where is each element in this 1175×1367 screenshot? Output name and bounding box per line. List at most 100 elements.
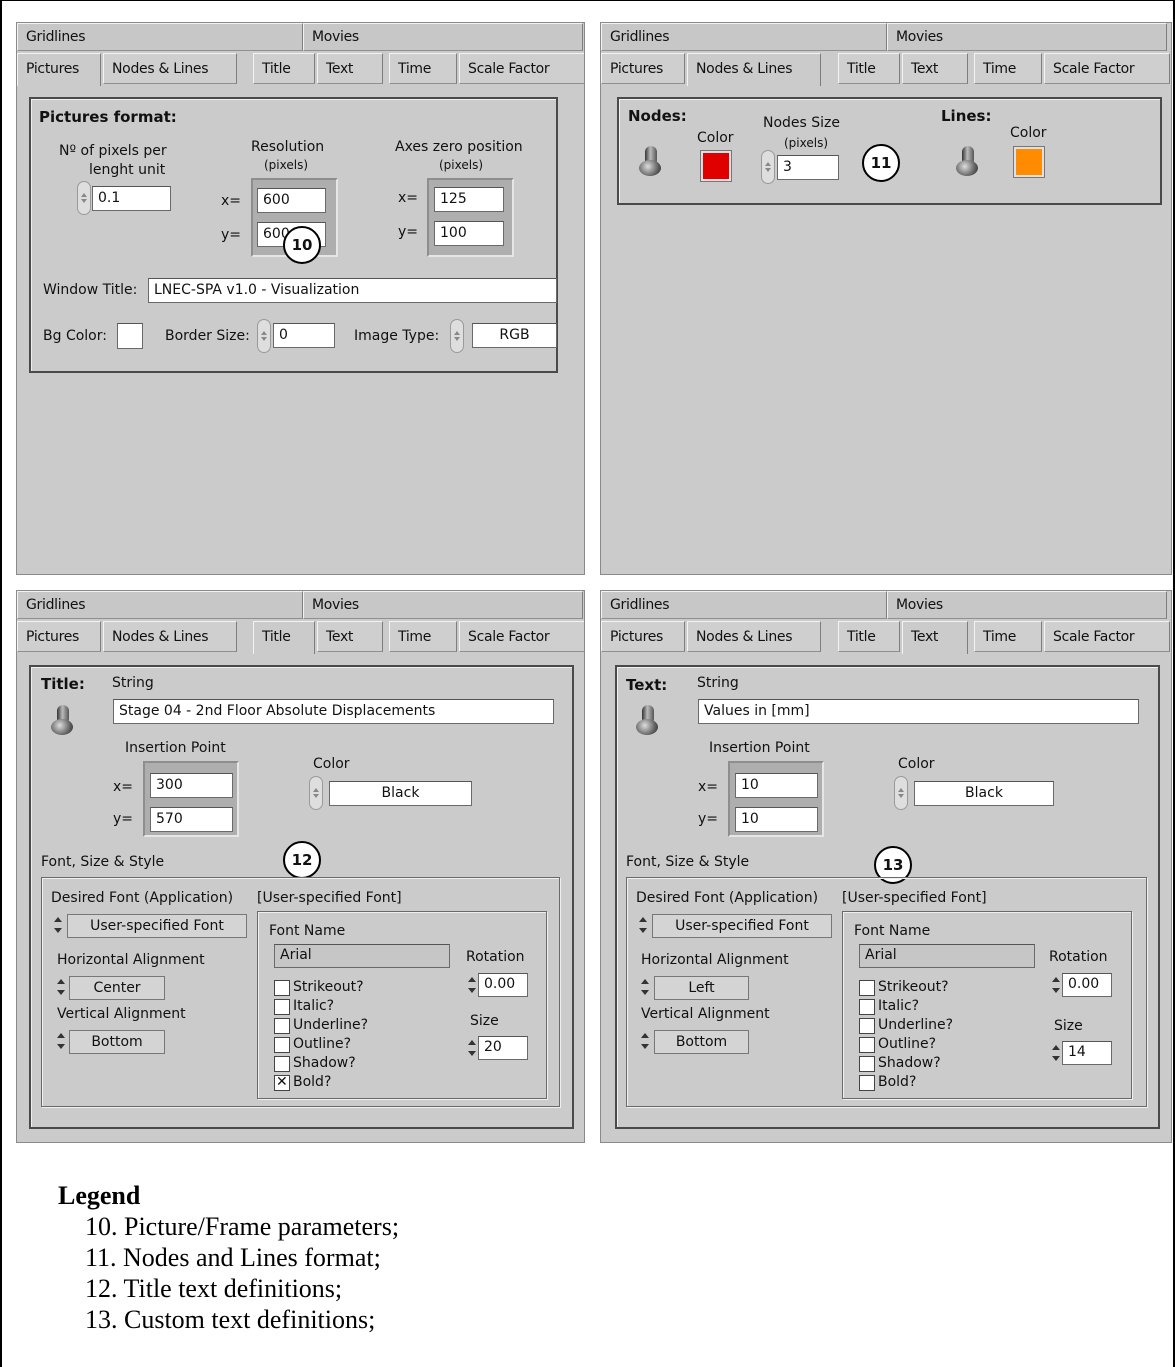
tab-scale-factor[interactable]: Scale Factor [1044,53,1170,84]
text-color-stepper[interactable] [894,776,908,810]
style-checkbox[interactable] [274,1056,290,1072]
text-size-ring[interactable] [1052,1043,1060,1063]
window-title-field[interactable]: LNEC-SPA v1.0 - Visualization [148,278,557,303]
title-string-field[interactable]: Stage 04 - 2nd Floor Absolute Displaceme… [113,699,554,724]
tab-time[interactable]: Time [974,621,1042,652]
pixels-per-unit-field[interactable]: 0.1 [92,186,171,211]
image-type-stepper[interactable] [450,319,464,353]
tab-text[interactable]: Text [317,53,383,84]
text-rotation-field[interactable]: 0.00 [1062,973,1112,997]
tab-title[interactable]: Title [838,53,900,84]
text-rotation-ring[interactable] [1052,975,1060,995]
tab-pictures[interactable]: Pictures [17,621,101,652]
title-v-align-ring[interactable] [57,1031,65,1051]
text-v-align-select[interactable]: Bottom [654,1030,749,1054]
tab-nodes-lines[interactable]: Nodes & Lines [103,621,237,652]
text-desired-font-select[interactable]: User-specified Font [652,914,832,938]
border-size-stepper[interactable] [257,319,271,353]
tab-scale-factor[interactable]: Scale Factor [459,621,584,652]
bg-color-swatch[interactable] [117,323,143,349]
axes-y-field[interactable]: 100 [434,221,504,246]
title-font-name-field[interactable]: Arial [274,944,450,968]
text-font-name-field[interactable]: Arial [859,944,1035,968]
style-checkbox-label: Italic? [878,998,920,1014]
style-checkbox[interactable] [274,1018,290,1034]
tab-movies[interactable]: Movies [303,23,583,51]
tab-gridlines[interactable]: Gridlines [17,23,303,51]
image-type-field[interactable]: RGB [472,323,557,348]
title-desired-font-select[interactable]: User-specified Font [67,914,247,938]
text-user-font-label: [User-specified Font] [842,890,987,906]
tab-title[interactable]: Title [838,621,900,652]
tab-movies[interactable]: Movies [887,23,1167,51]
tab-gridlines[interactable]: Gridlines [601,23,887,51]
style-checkbox[interactable] [859,1075,875,1091]
tab-text[interactable]: Text [902,53,968,84]
border-size-field[interactable]: 0 [273,323,335,348]
title-rotation-ring[interactable] [468,975,476,995]
tab-scale-factor[interactable]: Scale Factor [1044,621,1170,652]
text-string-field[interactable]: Values in [mm] [698,699,1139,724]
text-y-field[interactable]: 10 [735,807,818,832]
text-size-field[interactable]: 14 [1062,1041,1112,1065]
tab-scale-factor[interactable]: Scale Factor [459,53,584,84]
tab-text[interactable]: Text [902,621,968,654]
style-checkbox[interactable] [274,1074,290,1091]
tab-title[interactable]: Title [253,53,315,84]
title-rotation-field[interactable]: 0.00 [478,973,528,997]
tab-nodes-lines[interactable]: Nodes & Lines [103,53,237,84]
resolution-x-field[interactable]: 600 [257,188,326,213]
style-checkbox[interactable] [859,1018,875,1034]
text-toggle-switch[interactable] [636,705,662,737]
tab-movies[interactable]: Movies [303,591,583,619]
line-color-swatch[interactable] [1014,147,1044,177]
axes-x-field[interactable]: 125 [434,187,504,212]
text-desired-font-ring[interactable] [639,915,647,935]
style-checkbox[interactable] [859,1037,875,1053]
tab-pictures[interactable]: Pictures [17,53,101,86]
text-v-align-ring[interactable] [641,1031,649,1051]
node-color-swatch[interactable] [701,151,731,181]
title-desired-font-ring[interactable] [54,915,62,935]
text-panel: Text: String Values in [mm] Insertion Po… [600,590,1172,1143]
title-size-field[interactable]: 20 [478,1036,528,1060]
style-checkbox[interactable] [274,999,290,1015]
tab-title[interactable]: Title [253,621,315,654]
tab-pictures[interactable]: Pictures [601,621,685,652]
title-color-stepper[interactable] [309,776,323,810]
nodes-size-field[interactable]: 3 [777,155,839,180]
nodes-size-stepper[interactable] [761,150,775,184]
tab-text[interactable]: Text [317,621,383,652]
pixels-per-unit-stepper[interactable] [77,181,91,215]
tab-nodes-lines[interactable]: Nodes & Lines [687,621,821,652]
tab-movies[interactable]: Movies [887,591,1167,619]
text-color-label: Color [898,756,935,772]
title-x-label: x= [113,779,134,795]
style-checkbox[interactable] [859,999,875,1015]
text-x-field[interactable]: 10 [735,773,818,798]
title-h-align-select[interactable]: Center [69,976,165,1000]
style-checkbox[interactable] [274,1037,290,1053]
style-checkbox[interactable] [274,980,290,996]
text-color-field[interactable]: Black [914,781,1054,806]
style-checkbox[interactable] [859,1056,875,1072]
tab-nodes-lines[interactable]: Nodes & Lines [687,53,821,86]
title-size-ring[interactable] [468,1038,476,1058]
tab-time[interactable]: Time [389,53,457,84]
style-checkbox[interactable] [859,980,875,996]
lines-toggle-switch[interactable] [956,146,982,178]
tab-time[interactable]: Time [974,53,1042,84]
text-h-align-ring[interactable] [641,977,649,997]
tab-gridlines[interactable]: Gridlines [17,591,303,619]
title-h-align-ring[interactable] [57,977,65,997]
nodes-toggle-switch[interactable] [639,146,665,178]
tab-pictures[interactable]: Pictures [601,53,685,84]
title-x-field[interactable]: 300 [150,773,233,798]
title-toggle-switch[interactable] [51,705,77,737]
tab-gridlines[interactable]: Gridlines [601,591,887,619]
title-color-field[interactable]: Black [329,781,472,806]
text-h-align-select[interactable]: Left [654,976,749,1000]
title-v-align-select[interactable]: Bottom [69,1030,165,1054]
tab-time[interactable]: Time [389,621,457,652]
title-y-field[interactable]: 570 [150,807,233,832]
